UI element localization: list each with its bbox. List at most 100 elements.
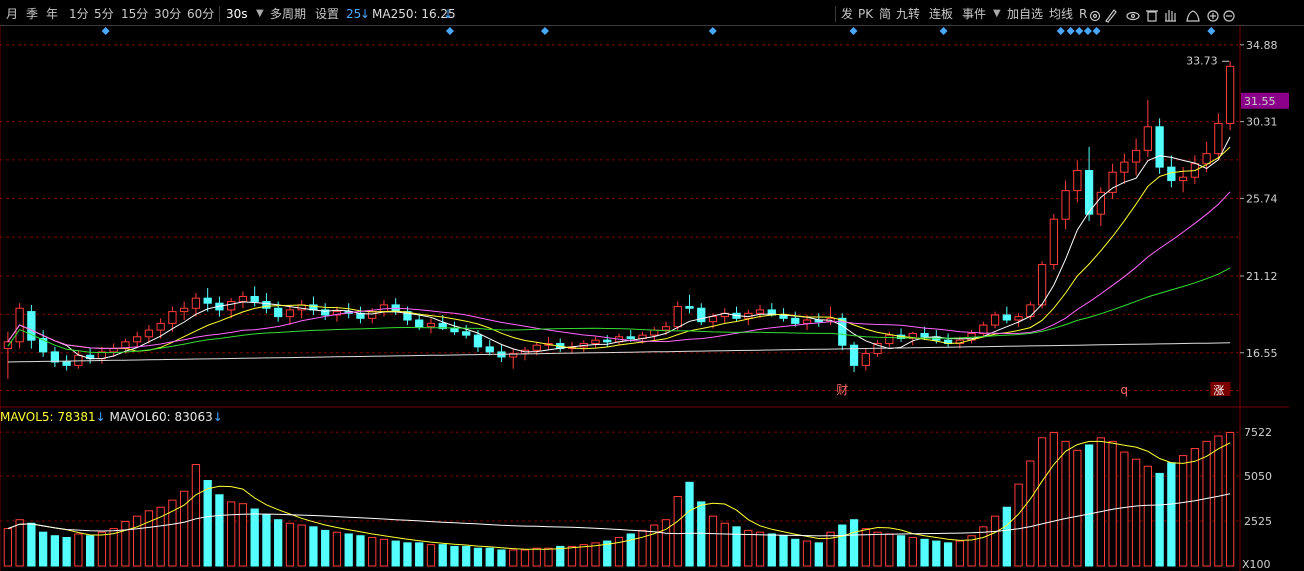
- candle-body: [661, 326, 671, 331]
- volume-bar: [426, 544, 436, 567]
- mavol60-arrow-icon: ↓: [212, 410, 223, 424]
- candle-body: [1178, 176, 1188, 182]
- candle-body: [262, 301, 271, 309]
- volume-bar: [720, 522, 729, 567]
- volume-bar: [708, 515, 718, 567]
- volume-bar: [908, 537, 917, 567]
- volume-bar: [391, 540, 400, 567]
- candle-body: [979, 324, 988, 334]
- candle-body: [1084, 169, 1094, 215]
- volume-unit-label: X100: [1242, 558, 1271, 571]
- volume-bar: [791, 538, 800, 567]
- volume-bar: [1002, 506, 1011, 567]
- candle-body: [532, 344, 541, 351]
- volume-bar: [485, 547, 494, 567]
- volume-bar: [285, 522, 295, 567]
- price-tick-label: 25.74: [1246, 192, 1278, 205]
- volume-bar: [297, 524, 306, 567]
- event-diamond-icon: [939, 27, 948, 35]
- volume-tick-label: 5050: [1244, 470, 1272, 483]
- volume-bar: [755, 531, 765, 567]
- candle-body: [227, 301, 236, 311]
- candle-body: [920, 332, 929, 338]
- ma20-line: [7, 191, 1231, 349]
- volume-bar: [1037, 437, 1047, 567]
- volume-bar: [1014, 483, 1023, 567]
- volume-bar: [685, 481, 694, 567]
- volume-bar: [3, 528, 13, 567]
- volume-bar: [1084, 444, 1094, 567]
- candle-body: [144, 329, 154, 338]
- candle-body: [285, 309, 295, 318]
- volume-bar: [732, 526, 741, 567]
- candle-body: [1061, 190, 1070, 220]
- volume-bar: [191, 464, 201, 567]
- mavol5-line: [7, 440, 1231, 550]
- volume-bar: [368, 537, 377, 567]
- volume-bar: [544, 547, 553, 567]
- candle-body: [168, 311, 177, 324]
- candle-body: [426, 322, 436, 328]
- volume-bar: [215, 494, 224, 567]
- candle-body: [1202, 153, 1211, 165]
- candle-body: [791, 317, 800, 324]
- kline-chart[interactable]: 34.88 30.31 25.74 21.12 16.55 31.55 7522 5050 25…: [0, 0, 1304, 571]
- volume-bar: [1202, 440, 1211, 567]
- candle-body: [1143, 126, 1153, 151]
- volume-bar: [1178, 455, 1188, 567]
- price-tick-label: 34.88: [1246, 39, 1278, 52]
- volume-bar: [520, 549, 530, 567]
- candle-body: [462, 331, 471, 336]
- mavol5-label: MAVOL5: 78381: [0, 410, 96, 424]
- volume-bar: [50, 535, 60, 567]
- candle-body: [755, 309, 765, 314]
- volume-bar: [38, 531, 48, 567]
- volume-tick-label: 7522: [1244, 426, 1272, 439]
- volume-bar: [203, 480, 212, 567]
- volume-indicator-title: MAVOL5: 78381↓ MAVOL60: 83063↓: [0, 409, 223, 425]
- volume-bar: [1155, 472, 1164, 567]
- candle-body: [1073, 169, 1082, 192]
- candle-body: [1014, 316, 1023, 321]
- volume-bar: [1061, 440, 1070, 567]
- volume-bar: [133, 515, 142, 567]
- candle-body: [1225, 65, 1235, 124]
- volume-bar: [1096, 437, 1105, 567]
- candle-body: [74, 354, 83, 366]
- volume-bar: [97, 531, 107, 567]
- candle-body: [156, 322, 165, 331]
- volume-bar: [450, 545, 459, 567]
- event-diamond-icon: [1066, 27, 1075, 35]
- candle-body: [379, 304, 389, 313]
- candle-body: [473, 334, 483, 348]
- volume-bar: [15, 519, 24, 567]
- volume-bar: [1073, 449, 1082, 567]
- right-side-panel-strip: [1289, 26, 1304, 571]
- volume-bar: [356, 535, 365, 567]
- candle-body: [603, 339, 612, 343]
- event-diamond-icon: [1207, 27, 1216, 35]
- volume-bar: [1143, 465, 1153, 567]
- mavol5-arrow-icon: ↓: [95, 410, 106, 424]
- volume-bar: [1167, 462, 1176, 567]
- candle-body: [1120, 161, 1129, 173]
- volume-bar: [873, 531, 882, 567]
- volume-bar: [438, 544, 447, 567]
- candle-body: [1155, 126, 1164, 168]
- candle-body: [238, 295, 248, 303]
- volume-bar: [403, 542, 412, 567]
- volume-bar: [321, 529, 330, 567]
- volume-bar: [990, 515, 1000, 567]
- event-diamond-icon: [540, 27, 549, 35]
- candle-body: [180, 307, 189, 313]
- volume-bar: [638, 529, 647, 567]
- candle-body: [133, 336, 142, 343]
- volume-bar: [379, 538, 389, 567]
- candle-body: [861, 353, 870, 366]
- candle-body: [685, 306, 694, 309]
- volume-bar: [1190, 447, 1200, 567]
- event-diamond-icon: [1075, 27, 1084, 35]
- volume-bar: [473, 547, 483, 567]
- volume-bar: [661, 519, 671, 567]
- volume-bar: [144, 510, 154, 567]
